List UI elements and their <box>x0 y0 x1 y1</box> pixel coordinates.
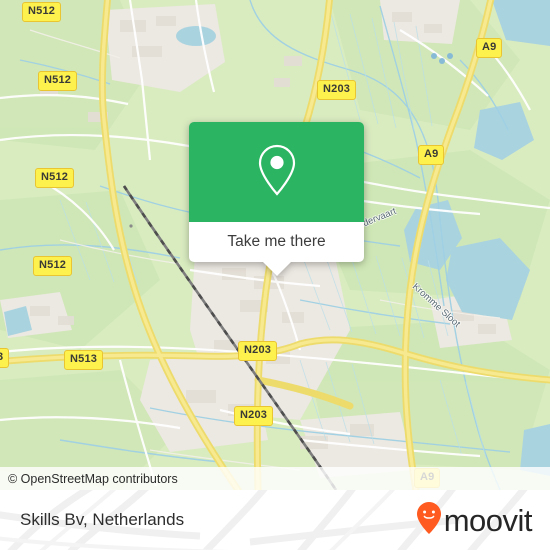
road-shield: A9 <box>476 38 503 58</box>
location-popup[interactable]: Take me there <box>189 122 364 276</box>
location-pin-icon <box>255 142 299 203</box>
take-me-there-button[interactable]: Take me there <box>189 222 364 262</box>
take-me-there-label: Take me there <box>227 233 326 250</box>
footer-content: Skills Bv, Netherlands moovit <box>0 490 550 550</box>
footer-bar: Skills Bv, Netherlands moovit <box>0 490 550 550</box>
map-screenshot: N512 N512 N512 N512 N203 A9 A9 3 N513 N2… <box>0 0 550 550</box>
place-title: Skills Bv, Netherlands <box>20 510 185 529</box>
road-shield: N512 <box>22 2 62 22</box>
attribution-text[interactable]: © OpenStreetMap contributors <box>0 472 178 486</box>
road-shield: A9 <box>418 145 445 165</box>
map-canvas[interactable]: N512 N512 N512 N512 N203 A9 A9 3 N513 N2… <box>0 0 550 490</box>
road-shield: N513 <box>64 350 104 370</box>
moovit-wordmark: moovit <box>443 502 533 538</box>
road-shield: N203 <box>317 80 357 100</box>
road-shield: N203 <box>238 341 278 361</box>
road-shield: N512 <box>35 168 75 188</box>
moovit-logo[interactable]: moovit <box>416 501 533 540</box>
road-shield: N512 <box>33 256 73 276</box>
popup-header <box>189 122 364 222</box>
popup-tail <box>262 262 291 276</box>
moovit-pin-icon <box>416 501 442 540</box>
road-shield: N203 <box>234 406 274 426</box>
road-shield: N512 <box>38 71 78 91</box>
map-attribution-bar: © OpenStreetMap contributors <box>0 467 550 490</box>
road-shield: 3 <box>0 348 10 368</box>
